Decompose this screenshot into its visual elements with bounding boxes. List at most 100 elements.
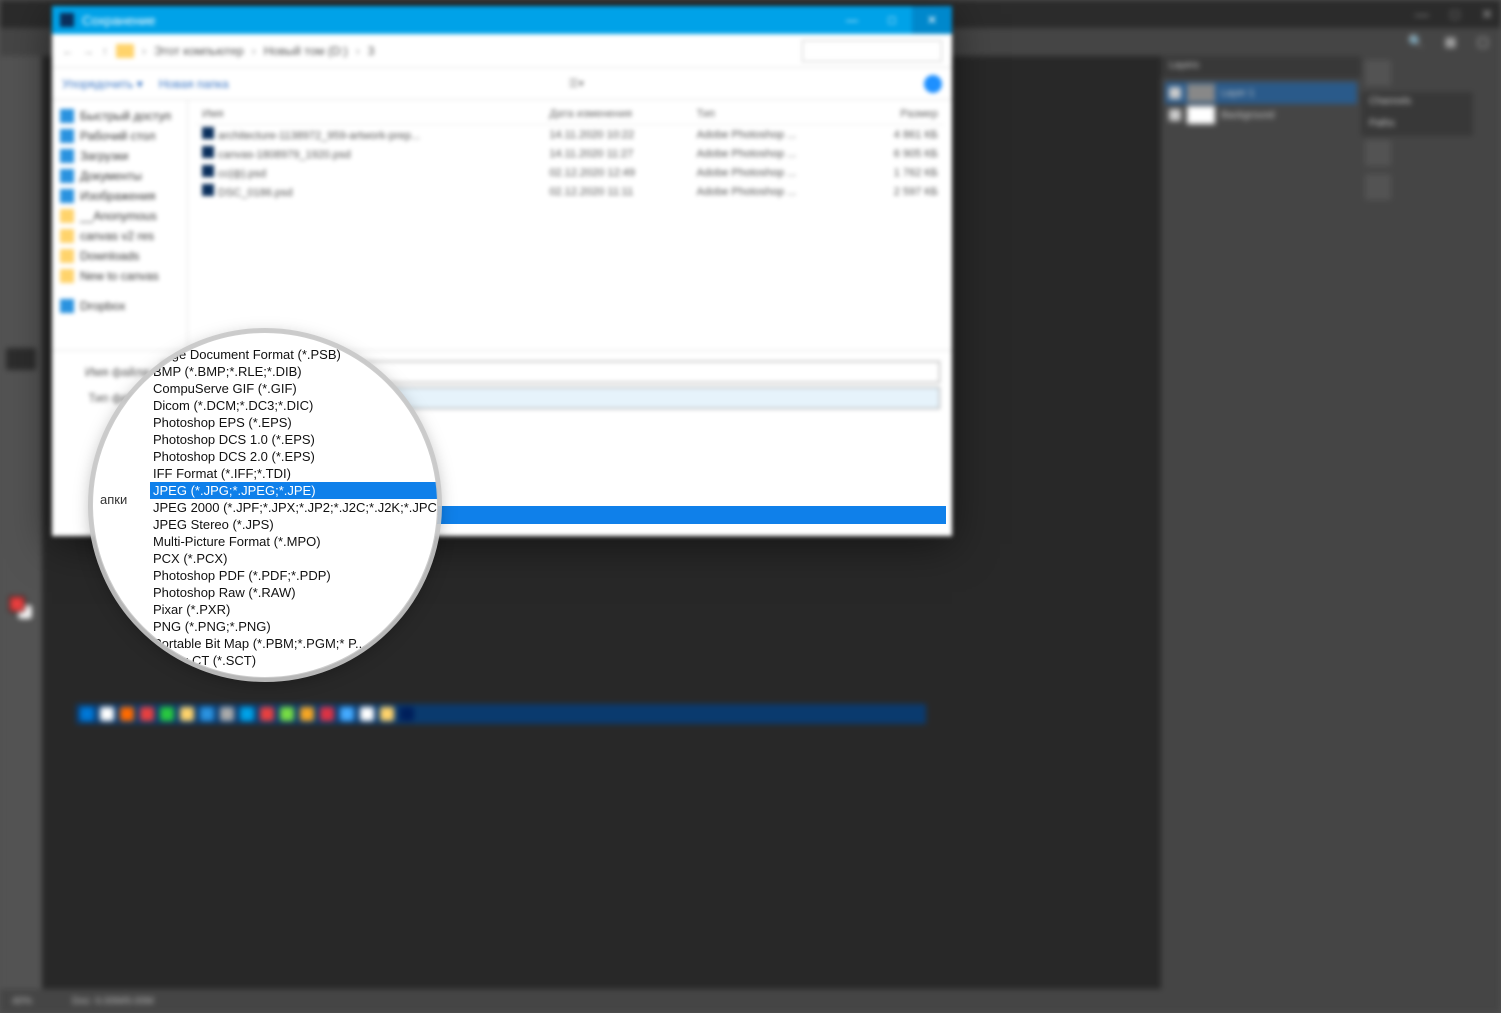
search-field[interactable] (802, 40, 942, 62)
path-tool[interactable] (6, 468, 36, 490)
filetype-option[interactable]: PNG (*.PNG;*.PNG) (150, 618, 438, 635)
layer-name[interactable]: Layer 1 (1221, 88, 1254, 99)
help-icon[interactable] (924, 75, 942, 93)
nav-downloads[interactable]: Загрузки (56, 146, 183, 166)
task-icon[interactable] (120, 707, 134, 721)
nav-quick-access[interactable]: Быстрый доступ (56, 106, 183, 126)
task-icon[interactable] (200, 707, 214, 721)
tools-panel[interactable] (0, 56, 42, 989)
dialog-toolbar[interactable]: Упорядочить ▾ Новая папка ☰▾ (52, 68, 952, 100)
pen-tool[interactable] (6, 420, 36, 442)
start-icon[interactable] (80, 707, 94, 721)
task-icon[interactable] (300, 707, 314, 721)
marquee-tool[interactable] (6, 84, 36, 106)
layer-thumbnail[interactable] (1187, 106, 1215, 124)
nav-folder[interactable]: __Anonymous (56, 206, 183, 226)
nav-back-icon[interactable]: ← (62, 44, 74, 58)
layer-thumbnail[interactable] (1187, 84, 1215, 102)
file-row[interactable]: DSC_0186.psd02.12.2020 11:11Adobe Photos… (196, 182, 944, 201)
task-icon[interactable] (360, 707, 374, 721)
channels-panel-tab[interactable]: Channels (1361, 92, 1473, 114)
maximize-button[interactable]: □ (1451, 6, 1459, 22)
brush-tool[interactable] (6, 252, 36, 274)
filetype-option[interactable]: JPEG 2000 (*.JPF;*.JPX;*.JP2;*.J2C;*.J2K… (150, 499, 438, 516)
col-size[interactable]: Размер (859, 104, 944, 125)
file-row[interactable]: canvas-1808979_1920.psd14.11.2020 11:27A… (196, 144, 944, 163)
heal-tool[interactable] (6, 228, 36, 250)
visibility-icon[interactable] (1169, 109, 1181, 121)
layer-row[interactable]: Background (1165, 104, 1357, 126)
eraser-tool[interactable] (6, 324, 36, 346)
task-icon[interactable] (160, 707, 174, 721)
edit-toolbar[interactable] (6, 564, 36, 586)
breadcrumb-bar[interactable]: ← → ↑ › Этот компьютер › Новый том (D:) … (52, 34, 952, 68)
nav-desktop[interactable]: Рабочий стол (56, 126, 183, 146)
frame-tool[interactable] (6, 180, 36, 202)
shape-tool[interactable] (6, 492, 36, 514)
search-icon[interactable]: 🔍 (1408, 34, 1424, 50)
move-tool[interactable] (6, 60, 36, 82)
filetype-option[interactable]: Photoshop DCS 2.0 (*.EPS) (150, 448, 438, 465)
wand-tool[interactable] (6, 132, 36, 154)
layer-row[interactable]: Layer 1 (1165, 82, 1357, 104)
task-icon[interactable] (240, 707, 254, 721)
visibility-icon[interactable] (1169, 87, 1181, 99)
task-icon[interactable] (220, 707, 234, 721)
minimize-button[interactable]: — (1415, 6, 1429, 22)
arrange-icon[interactable]: ▦ (1444, 34, 1456, 50)
filetype-option[interactable]: Scitex CT (*.SCT) (150, 652, 438, 669)
stamp-tool[interactable] (6, 276, 36, 298)
task-icon[interactable] (340, 707, 354, 721)
file-list[interactable]: Имя Дата изменения Тип Размер architectu… (188, 100, 952, 350)
dialog-titlebar[interactable]: Сохранение — □ ✕ (52, 6, 952, 34)
task-icon[interactable] (260, 707, 274, 721)
layers-panel-tab[interactable]: Layers (1161, 56, 1361, 78)
filetype-option[interactable]: PCX (*.PCX) (150, 550, 438, 567)
new-folder-button[interactable]: Новая папка (159, 77, 229, 91)
filetype-option[interactable]: Large Document Format (*.PSB) (150, 346, 438, 363)
filetype-option[interactable]: Portable Bit Map (*.PBM;*.PGM;* P... (150, 635, 438, 652)
dialog-minimize-button[interactable]: — (832, 6, 872, 34)
windows-taskbar[interactable] (76, 704, 926, 724)
history-brush-tool[interactable] (6, 300, 36, 322)
dialog-close-button[interactable]: ✕ (912, 6, 952, 34)
file-row[interactable]: architecture-1138972_959-artwork-prep...… (196, 125, 944, 145)
task-icon[interactable] (280, 707, 294, 721)
nav-folder[interactable]: New to canvas (56, 266, 183, 286)
col-date[interactable]: Дата изменения (543, 104, 690, 125)
breadcrumb-item[interactable]: Этот компьютер (154, 44, 244, 58)
zoom-tool[interactable] (6, 540, 36, 562)
nav-folder[interactable]: Downloads (56, 246, 183, 266)
task-icon[interactable] (320, 707, 334, 721)
nav-documents[interactable]: Документы (56, 166, 183, 186)
close-button[interactable]: ✕ (1481, 6, 1493, 23)
hand-tool[interactable] (6, 516, 36, 538)
layer-name[interactable]: Background (1221, 110, 1274, 121)
layers-panel[interactable]: Layers Layer 1 Background (1161, 56, 1361, 989)
nav-dropbox[interactable]: Dropbox (56, 296, 183, 316)
filetype-option[interactable]: Photoshop DCS 1.0 (*.EPS) (150, 431, 438, 448)
nav-pictures[interactable]: Изображения (56, 186, 183, 206)
dodge-tool[interactable] (6, 396, 36, 418)
status-zoom[interactable]: 40% (12, 996, 32, 1007)
filetype-option[interactable]: BMP (*.BMP;*.RLE;*.DIB) (150, 363, 438, 380)
breadcrumb-item[interactable]: Новый том (D:) (264, 44, 348, 58)
nav-forward-icon[interactable]: → (82, 44, 94, 58)
gradient-tool[interactable] (6, 348, 36, 370)
filetype-option[interactable]: CompuServe GIF (*.GIF) (150, 380, 438, 397)
filetype-option[interactable]: Photoshop Raw (*.RAW) (150, 584, 438, 601)
share-icon[interactable]: ▢ (1477, 34, 1489, 50)
color-swatches[interactable] (9, 596, 33, 620)
breadcrumb-item[interactable]: 3 (368, 44, 375, 58)
type-tool[interactable] (6, 444, 36, 466)
mini-panel-btn[interactable] (1365, 174, 1391, 200)
filetype-dropdown-list[interactable]: Large Document Format (*.PSB)BMP (*.BMP;… (150, 346, 438, 669)
col-type[interactable]: Тип (691, 104, 860, 125)
filetype-option[interactable]: Dicom (*.DCM;*.DC3;*.DIC) (150, 397, 438, 414)
blur-tool[interactable] (6, 372, 36, 394)
lasso-tool[interactable] (6, 108, 36, 130)
paths-panel-tab[interactable]: Paths (1361, 114, 1473, 136)
filetype-option[interactable]: Multi-Picture Format (*.MPO) (150, 533, 438, 550)
task-icon[interactable] (400, 707, 414, 721)
filetype-option[interactable]: IFF Format (*.IFF;*.TDI) (150, 465, 438, 482)
